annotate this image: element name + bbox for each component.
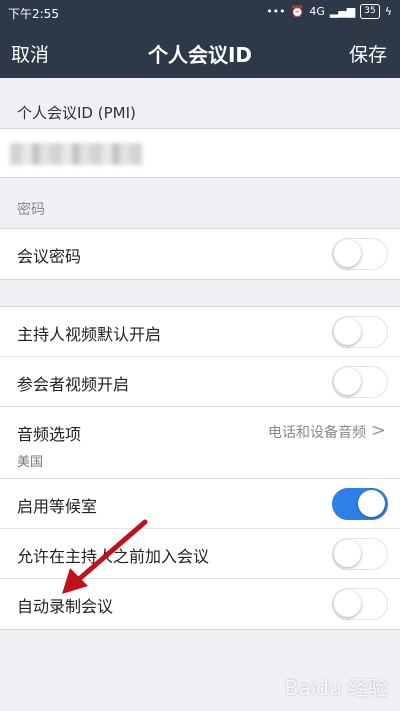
- toggle-knob: [334, 318, 361, 345]
- toggle-knob: [334, 590, 361, 617]
- navigation-bar: 取消 个人会议ID 保存: [0, 26, 400, 78]
- pmi-label: 个人会议ID (PMI): [17, 104, 136, 122]
- waiting-room-cell: 启用等候室: [0, 479, 400, 529]
- toggle-knob: [358, 490, 385, 517]
- audio-options-value: 电话和设备音频: [268, 425, 366, 441]
- pmi-group: [0, 128, 400, 178]
- participant-video-cell: 参会者视频开启: [0, 357, 400, 407]
- participant-video-toggle[interactable]: [332, 366, 388, 398]
- participant-video-label: 参会者视频开启: [17, 375, 130, 394]
- join-before-host-toggle[interactable]: [332, 538, 388, 570]
- save-button[interactable]: 保存: [349, 40, 387, 67]
- host-video-toggle[interactable]: [332, 316, 388, 348]
- password-section-header: 密码: [17, 202, 45, 218]
- battery-icon: 35: [360, 4, 380, 19]
- toggle-knob: [334, 368, 361, 395]
- password-group: 会议密码: [0, 228, 400, 280]
- audio-options-cell[interactable]: 音频选项 电话和设备音频 > 美国: [0, 407, 400, 479]
- audio-options-region: 美国: [17, 455, 44, 470]
- more-dots-icon: •••: [266, 5, 286, 18]
- waiting-room-toggle[interactable]: [332, 488, 388, 520]
- toggle-knob: [334, 240, 361, 267]
- status-time: 下午2:55: [8, 7, 59, 21]
- auto-record-label: 自动录制会议: [17, 597, 114, 616]
- page-title: 个人会议ID: [147, 43, 253, 67]
- toggle-knob: [334, 540, 361, 567]
- meeting-password-cell: 会议密码: [0, 229, 400, 279]
- audio-options-label: 音频选项: [17, 425, 82, 444]
- meeting-password-toggle[interactable]: [332, 238, 388, 270]
- signal-icon: ▂▄▆: [329, 5, 356, 18]
- join-before-host-cell: 允许在主持人之前加入会议: [0, 529, 400, 579]
- settings-group: 主持人视频默认开启 参会者视频开启 音频选项 电话和设备音频 > 美国 启用等候…: [0, 306, 400, 630]
- join-before-host-label: 允许在主持人之前加入会议: [17, 547, 210, 566]
- status-bar: 下午2:55 ••• ⏰ 4G ▂▄▆ 35 ϟ: [0, 0, 400, 26]
- host-video-cell: 主持人视频默认开启: [0, 307, 400, 357]
- pmi-value-blurred: [10, 143, 142, 165]
- pmi-value-cell[interactable]: [0, 129, 400, 179]
- charging-icon: ϟ: [384, 5, 392, 18]
- network-label: 4G: [309, 5, 325, 18]
- auto-record-cell: 自动录制会议: [0, 579, 400, 629]
- status-icons: ••• ⏰ 4G ▂▄▆ 35 ϟ: [266, 4, 392, 19]
- meeting-password-label: 会议密码: [17, 247, 82, 266]
- host-video-label: 主持人视频默认开启: [17, 325, 162, 344]
- auto-record-toggle[interactable]: [332, 588, 388, 620]
- waiting-room-label: 启用等候室: [17, 497, 98, 516]
- alarm-icon: ⏰: [290, 5, 305, 18]
- chevron-right-icon: >: [370, 420, 386, 441]
- baidu-watermark: Baidu 经验: [284, 676, 388, 700]
